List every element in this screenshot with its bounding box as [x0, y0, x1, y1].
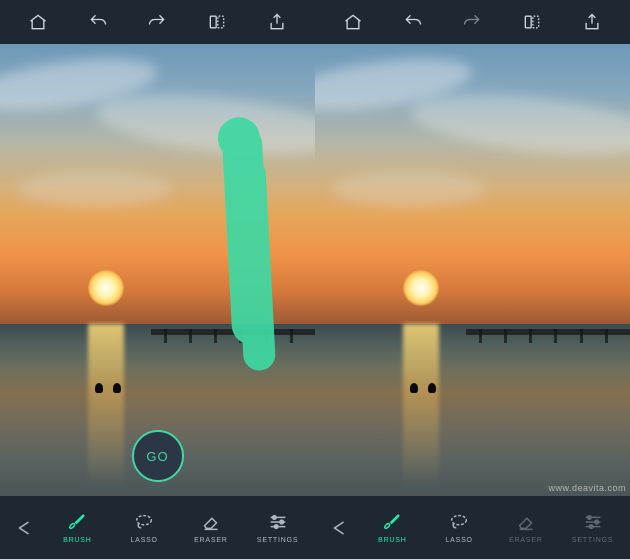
- undo-icon[interactable]: [87, 11, 109, 33]
- tool-brush[interactable]: BRUSH: [44, 511, 111, 544]
- photo-panel-before[interactable]: GO: [0, 44, 315, 496]
- bottom-toolbar-left: BRUSH LASSO ERASER SETTINGS: [0, 496, 315, 559]
- tool-lasso[interactable]: LASSO: [111, 511, 178, 544]
- tool-eraser[interactable]: ERASER: [178, 511, 245, 544]
- compare-icon[interactable]: [521, 11, 543, 33]
- undo-icon[interactable]: [402, 11, 424, 33]
- home-icon[interactable]: [342, 11, 364, 33]
- redo-icon[interactable]: [461, 11, 483, 33]
- tool-lasso[interactable]: LASSO: [426, 511, 493, 544]
- tool-label: LASSO: [445, 537, 472, 544]
- photo-panel-after[interactable]: [315, 44, 630, 496]
- sunset-photo: [315, 44, 630, 496]
- back-arrow-icon[interactable]: [319, 519, 359, 537]
- tool-label: SETTINGS: [572, 537, 613, 544]
- bottom-toolbar-right: BRUSH LASSO ERASER SETTINGS: [315, 496, 630, 559]
- tool-label: BRUSH: [63, 537, 92, 544]
- tool-label: ERASER: [509, 537, 543, 544]
- tool-label: BRUSH: [378, 537, 407, 544]
- top-toolbar-left: [0, 0, 315, 44]
- go-button[interactable]: GO: [132, 430, 184, 482]
- share-icon[interactable]: [581, 11, 603, 33]
- tool-label: SETTINGS: [257, 537, 298, 544]
- tool-settings[interactable]: SETTINGS: [244, 511, 311, 544]
- back-arrow-icon[interactable]: [4, 519, 44, 537]
- bottom-toolbar: BRUSH LASSO ERASER SETTINGS BRUSH LASSO: [0, 496, 630, 559]
- go-button-label: GO: [146, 449, 168, 464]
- canvas-area: GO: [0, 44, 630, 496]
- top-toolbar-right: [315, 0, 630, 44]
- tool-settings[interactable]: SETTINGS: [559, 511, 626, 544]
- home-icon[interactable]: [27, 11, 49, 33]
- redo-icon[interactable]: [146, 11, 168, 33]
- share-icon[interactable]: [266, 11, 288, 33]
- compare-icon[interactable]: [206, 11, 228, 33]
- tool-brush[interactable]: BRUSH: [359, 511, 426, 544]
- tool-label: LASSO: [130, 537, 157, 544]
- top-toolbar: [0, 0, 630, 44]
- tool-label: ERASER: [194, 537, 228, 544]
- tool-eraser[interactable]: ERASER: [493, 511, 560, 544]
- watermark-text: www.deavita.com: [548, 483, 626, 493]
